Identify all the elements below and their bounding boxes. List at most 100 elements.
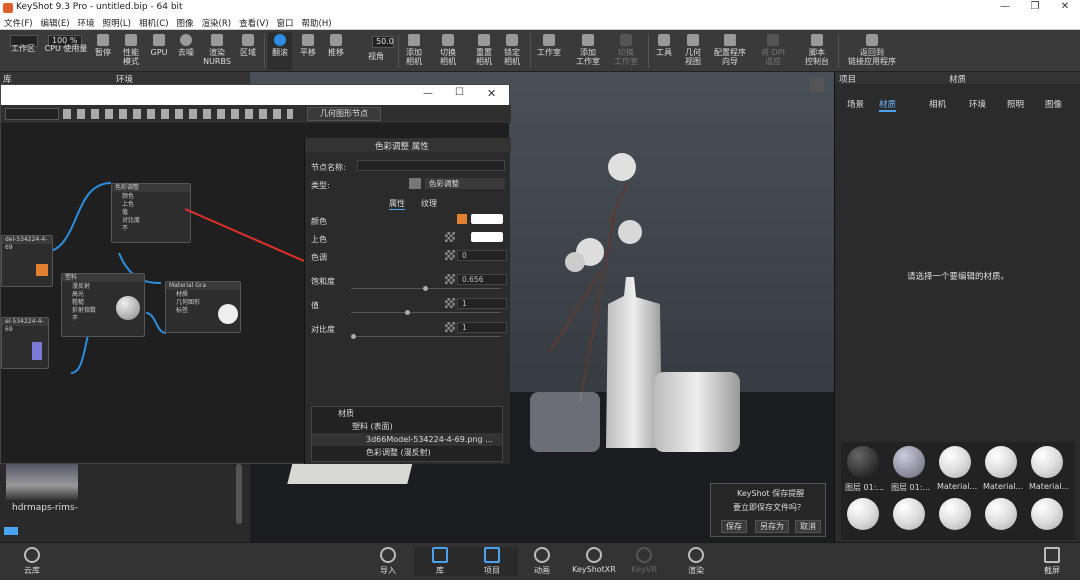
menu-lighting[interactable]: 照明(L) xyxy=(103,17,131,29)
hue-input[interactable]: 0 xyxy=(457,250,507,261)
pan-button[interactable]: 平移 xyxy=(296,32,320,70)
tab-properties[interactable]: 属性 xyxy=(389,198,405,210)
tree-item-color-adjust[interactable]: 色彩调整 (漫反射) xyxy=(312,446,502,459)
menu-edit[interactable]: 编辑(E) xyxy=(41,17,70,29)
hdri-thumbnail[interactable] xyxy=(6,464,78,500)
dpi-button[interactable]: 将 DPI 适应 xyxy=(756,32,790,70)
denoise-button[interactable]: 去噪 xyxy=(174,32,198,70)
save-as-button[interactable]: 另存为 xyxy=(755,520,789,533)
material-thumb[interactable] xyxy=(939,498,971,530)
tab-lighting[interactable]: 照明 xyxy=(1007,98,1024,110)
type-dropdown[interactable]: 色彩调整 xyxy=(425,178,505,189)
cancel-button[interactable]: 取消 xyxy=(795,520,821,533)
material-thumb[interactable] xyxy=(985,498,1017,530)
material-thumb[interactable] xyxy=(847,498,879,530)
library-button[interactable]: 库 xyxy=(414,547,466,576)
texture-toggle-icon[interactable] xyxy=(445,322,455,332)
texture-toggle-icon[interactable] xyxy=(445,250,455,260)
lock-camera-button[interactable]: 锁定 相机 xyxy=(500,32,524,70)
graph-minimize-button[interactable]: — xyxy=(423,88,433,99)
grid-view-icon[interactable] xyxy=(4,527,18,535)
add-studio-button[interactable]: 添加 工作室 xyxy=(574,32,602,70)
configurator-wizard-button[interactable]: 配置程序 向导 xyxy=(710,32,750,70)
render-button[interactable]: 渲染 xyxy=(670,547,722,576)
cloud-library-button[interactable]: 云库 xyxy=(6,547,58,576)
performance-mode-button[interactable]: 性能 模式 xyxy=(118,32,144,70)
texture-node-2[interactable]: el-534224-4-69 xyxy=(1,317,49,369)
tools-button[interactable]: 工具 xyxy=(652,32,676,70)
gpu-button[interactable]: GPU xyxy=(148,32,170,70)
tint-swatch[interactable] xyxy=(471,232,503,242)
menu-window[interactable]: 窗口 xyxy=(277,17,294,29)
tab-camera[interactable]: 相机 xyxy=(929,98,946,110)
menu-file[interactable]: 文件(F) xyxy=(4,17,33,29)
texture-toggle-icon[interactable] xyxy=(445,274,455,284)
texture-toggle-icon[interactable] xyxy=(445,232,455,242)
graph-zoom-field[interactable] xyxy=(5,108,59,120)
trash-icon[interactable] xyxy=(409,178,421,189)
dolly-button[interactable]: 推移 xyxy=(324,32,348,70)
saturation-slider-knob[interactable] xyxy=(423,286,428,291)
menu-help[interactable]: 帮助(H) xyxy=(302,17,332,29)
project-button[interactable]: 项目 xyxy=(466,547,518,576)
studio-button[interactable]: 工作室 xyxy=(534,32,564,70)
saturation-slider[interactable] xyxy=(351,286,501,291)
material-thumb[interactable] xyxy=(893,446,925,478)
tree-item-plastic[interactable]: 塑料 (表面) xyxy=(312,420,502,433)
contrast-input[interactable]: 1 xyxy=(457,322,507,333)
plastic-node[interactable]: 塑料 漫反射 高光 粗糙 折射指数 不 xyxy=(61,273,145,337)
tree-item-material[interactable]: 材质 xyxy=(312,407,502,420)
graph-toolbar-icons[interactable] xyxy=(63,109,293,119)
menu-camera[interactable]: 相机(C) xyxy=(139,17,169,29)
tree-item-texture[interactable]: 3d66Model-534224-4-69.png ... xyxy=(312,433,502,446)
material-thumb[interactable] xyxy=(847,446,879,478)
menu-render[interactable]: 渲染(R) xyxy=(202,17,232,29)
minimize-button[interactable]: — xyxy=(990,1,1020,12)
color-adjust-node[interactable]: 色彩调整 颜色 上色 值 对比度 不 xyxy=(111,183,191,243)
value-slider[interactable] xyxy=(351,310,501,315)
tab-texture[interactable]: 纹理 xyxy=(421,198,437,209)
return-to-linked-app-button[interactable]: 返回到 链接应用程序 xyxy=(842,32,902,70)
library-scrollbar[interactable] xyxy=(236,464,242,524)
add-camera-button[interactable]: 添加 相机 xyxy=(402,32,426,70)
color-swatch[interactable] xyxy=(471,214,503,224)
node-name-input[interactable] xyxy=(357,160,505,171)
texture-toggle-icon[interactable] xyxy=(445,298,455,308)
contrast-slider-knob[interactable] xyxy=(351,334,356,339)
material-thumb[interactable] xyxy=(985,446,1017,478)
material-thumb[interactable] xyxy=(893,498,925,530)
switch-studio-button[interactable]: 切换 工作室 xyxy=(612,32,640,70)
tumble-button[interactable]: 翻滚 xyxy=(268,32,292,70)
geometry-view-button[interactable]: 几何 视图 xyxy=(680,32,706,70)
graph-maximize-button[interactable]: ☐ xyxy=(455,87,464,98)
import-button[interactable]: 导入 xyxy=(362,547,414,576)
graph-close-button[interactable]: ✕ xyxy=(487,87,496,100)
menu-view[interactable]: 查看(V) xyxy=(239,17,268,29)
reset-camera-button[interactable]: 重置 相机 xyxy=(472,32,496,70)
material-thumb[interactable] xyxy=(1031,446,1063,478)
tab-material[interactable]: 材质 xyxy=(879,98,897,112)
pause-button[interactable]: 暂停 xyxy=(92,32,114,70)
menu-image[interactable]: 图像 xyxy=(177,17,194,29)
switch-camera-button[interactable]: 切换 相机 xyxy=(436,32,460,70)
material-thumb[interactable] xyxy=(1031,498,1063,530)
tab-environment[interactable]: 环境 xyxy=(969,98,986,110)
maximize-button[interactable]: ❐ xyxy=(1020,1,1050,12)
render-nurbs-button[interactable]: 渲染 NURBS xyxy=(202,32,232,70)
contrast-slider[interactable] xyxy=(351,334,501,339)
screenshot-button[interactable]: 截屏 xyxy=(1026,547,1078,576)
fov-input[interactable]: 50.0 xyxy=(372,36,394,48)
save-button[interactable]: 保存 xyxy=(721,520,747,533)
region-button[interactable]: 区域 xyxy=(236,32,260,70)
script-console-button[interactable]: 脚本 控制台 xyxy=(800,32,834,70)
keyvr-button[interactable]: KeyVR xyxy=(618,547,670,574)
tab-image[interactable]: 图像 xyxy=(1045,98,1062,110)
texture-node-1[interactable]: del-534224-4-69 xyxy=(1,235,53,287)
menu-environment[interactable]: 环境 xyxy=(78,17,95,29)
keyshotxr-button[interactable]: KeyShotXR xyxy=(568,547,620,574)
geometry-node-button[interactable]: 几何图形节点 xyxy=(307,107,381,121)
close-button[interactable]: ✕ xyxy=(1050,1,1080,12)
material-thumb[interactable] xyxy=(939,446,971,478)
value-input[interactable]: 1 xyxy=(457,298,507,309)
tab-scene[interactable]: 场景 xyxy=(847,98,864,110)
